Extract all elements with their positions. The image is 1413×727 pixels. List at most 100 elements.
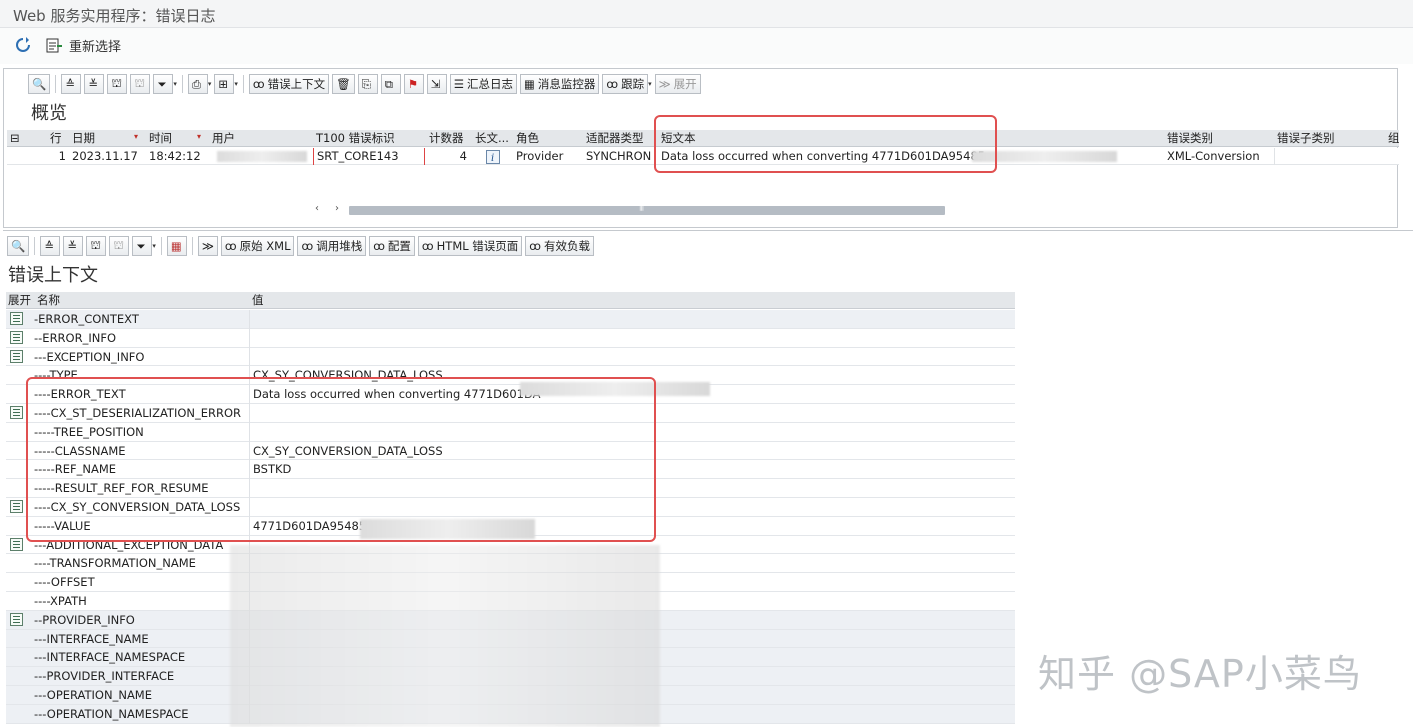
- config-button[interactable]: ꝏ 配置: [369, 236, 415, 256]
- overview-title: 概览: [31, 103, 67, 124]
- copy-icon: ⎘: [361, 76, 371, 91]
- error-detail-highlight: [26, 377, 656, 542]
- sort-indicator-icon: ▾: [134, 132, 139, 141]
- tree-row-name: ---OPERATION_NAMESPACE: [34, 706, 189, 721]
- col-header-value[interactable]: 值: [249, 292, 449, 309]
- delete-button[interactable]: 🗑: [332, 74, 355, 94]
- error-context-button[interactable]: ꝏ 错误上下文: [248, 74, 330, 94]
- message-monitor-button[interactable]: ▦ 消息监控器: [520, 74, 600, 94]
- filter-button[interactable]: ⏷: [132, 236, 153, 256]
- table-icon: ▦: [170, 239, 182, 253]
- horizontal-scrollbar[interactable]: ‹ › |||: [315, 203, 1395, 217]
- layout-button[interactable]: ▦: [166, 236, 187, 256]
- sort-descending-button[interactable]: ≚: [84, 74, 105, 94]
- refresh-button[interactable]: [14, 36, 32, 54]
- reselect-icon: [46, 37, 63, 54]
- sort-descending-icon: ≚: [67, 239, 77, 253]
- export-dropdown-icon[interactable]: ▾: [234, 80, 238, 88]
- col-header-longtext[interactable]: 长文...: [472, 130, 513, 147]
- grip-icon: |||: [639, 203, 644, 211]
- find-next-button[interactable]: ⛫: [130, 74, 151, 94]
- expand-button[interactable]: ≫ 展开: [654, 74, 701, 94]
- tree-row[interactable]: ---EXCEPTION_INFO: [6, 347, 1015, 367]
- print-dropdown-icon[interactable]: ▾: [208, 80, 212, 88]
- sort-ascending-button[interactable]: ≙: [61, 74, 82, 94]
- reselect-button[interactable]: 重新选择: [46, 36, 121, 55]
- details-button[interactable]: 🔍: [28, 74, 51, 94]
- sort-ascending-button[interactable]: ≙: [40, 236, 61, 256]
- trace-button[interactable]: ꝏ 跟踪: [602, 74, 649, 94]
- col-header-date-label: 日期: [72, 131, 95, 145]
- collapse-icon: ≫: [201, 239, 214, 253]
- col-header-adapter[interactable]: 适配器类型: [583, 130, 658, 147]
- compare-button[interactable]: ⧉: [380, 74, 401, 94]
- magnifier-icon: 🔍: [11, 239, 26, 253]
- col-header-time[interactable]: 时间 ▾: [146, 130, 208, 147]
- summary-log-button[interactable]: ☰ 汇总日志: [449, 74, 518, 94]
- tree-row-name: --ERROR_INFO: [34, 330, 116, 345]
- col-header-t100[interactable]: T100 错误标识: [313, 130, 425, 147]
- expand-node-icon[interactable]: [10, 330, 23, 344]
- collapse-button[interactable]: ≫: [197, 236, 218, 256]
- expand-node-icon[interactable]: [10, 537, 23, 551]
- expand-node-icon[interactable]: [10, 312, 23, 325]
- flag-button[interactable]: ⚑: [403, 74, 424, 94]
- filter-button[interactable]: ⏷: [153, 74, 174, 94]
- call-stack-button[interactable]: ꝏ 调用堆栈: [297, 236, 367, 256]
- filter-dropdown-icon[interactable]: ▾: [173, 80, 177, 88]
- col-header-expand[interactable]: 展开: [6, 292, 34, 309]
- scroll-right-icon[interactable]: ›: [335, 203, 339, 214]
- col-header-counter[interactable]: 计数器: [426, 130, 471, 147]
- copy-button[interactable]: ⎘: [357, 74, 378, 94]
- window-title: Web 服务实用程序：错误日志: [13, 7, 216, 25]
- tree-row-name: -ERROR_CONTEXT: [34, 312, 139, 326]
- layout-icon[interactable]: ⊟: [7, 130, 27, 147]
- col-header-subcategory[interactable]: 错误子类别: [1274, 130, 1384, 147]
- filter-dropdown-icon[interactable]: ▾: [152, 242, 156, 250]
- expand-node-icon[interactable]: [10, 349, 23, 363]
- send-icon: ⇲: [430, 77, 441, 91]
- reselect-label: 重新选择: [69, 40, 122, 55]
- details-button[interactable]: 🔍: [7, 236, 30, 256]
- redacted-block: [230, 545, 660, 727]
- print-button[interactable]: ⎙: [187, 74, 208, 94]
- tree-row-value: [249, 310, 1015, 329]
- scrollbar-thumb[interactable]: |||: [349, 203, 945, 215]
- html-error-page-label: HTML 错误页面: [436, 239, 519, 253]
- col-header-role[interactable]: 角色: [513, 130, 583, 147]
- svg-text:i: i: [491, 153, 494, 164]
- col-header-time-label: 时间: [149, 131, 172, 145]
- trace-dropdown-icon[interactable]: ▾: [648, 80, 652, 88]
- raw-xml-button[interactable]: ꝏ 原始 XML: [220, 236, 295, 256]
- send-button[interactable]: ⇲: [426, 74, 447, 94]
- expand-node-icon[interactable]: [10, 612, 23, 626]
- cell-category: XML-Conversion: [1167, 149, 1260, 163]
- find-button[interactable]: ⛫: [107, 74, 128, 94]
- expand-node-icon[interactable]: [10, 406, 23, 419]
- col-header-date[interactable]: 日期 ▾: [69, 130, 145, 147]
- info-icon[interactable]: i: [483, 148, 501, 165]
- col-header-name[interactable]: 名称: [34, 292, 248, 309]
- tree-row-name: ---INTERFACE_NAMESPACE: [34, 650, 186, 665]
- tree-row[interactable]: --ERROR_INFO: [6, 328, 1015, 348]
- sort-descending-button[interactable]: ≚: [63, 236, 84, 256]
- tree-row[interactable]: -ERROR_CONTEXT: [6, 310, 1015, 329]
- watermark-text: 知乎 @SAP小菜鸟: [1038, 652, 1362, 696]
- scroll-left-icon[interactable]: ‹: [315, 203, 319, 214]
- col-header-row[interactable]: 行: [47, 130, 69, 147]
- find-next-button[interactable]: ⛫: [109, 236, 130, 256]
- payload-button[interactable]: ꝏ 有效负载: [525, 236, 595, 256]
- export-button[interactable]: ⊞: [214, 74, 235, 94]
- cell-t100[interactable]: SRT_CORE143: [313, 148, 425, 165]
- flag-icon: ⚑: [407, 77, 419, 91]
- col-header-group[interactable]: 组: [1385, 130, 1399, 147]
- html-error-page-button[interactable]: ꝏ HTML 错误页面: [417, 236, 523, 256]
- col-header-user[interactable]: 用户: [209, 130, 313, 147]
- cell-date: 2023.11.17: [72, 149, 138, 163]
- expand-node-icon[interactable]: [10, 500, 23, 513]
- glasses-icon: ꝏ: [606, 77, 619, 91]
- find-button[interactable]: ⛫: [86, 236, 107, 256]
- col-header-category[interactable]: 错误类别: [1164, 130, 1274, 147]
- raw-xml-label: 原始 XML: [239, 239, 291, 253]
- glasses-icon: ꝏ: [421, 239, 434, 253]
